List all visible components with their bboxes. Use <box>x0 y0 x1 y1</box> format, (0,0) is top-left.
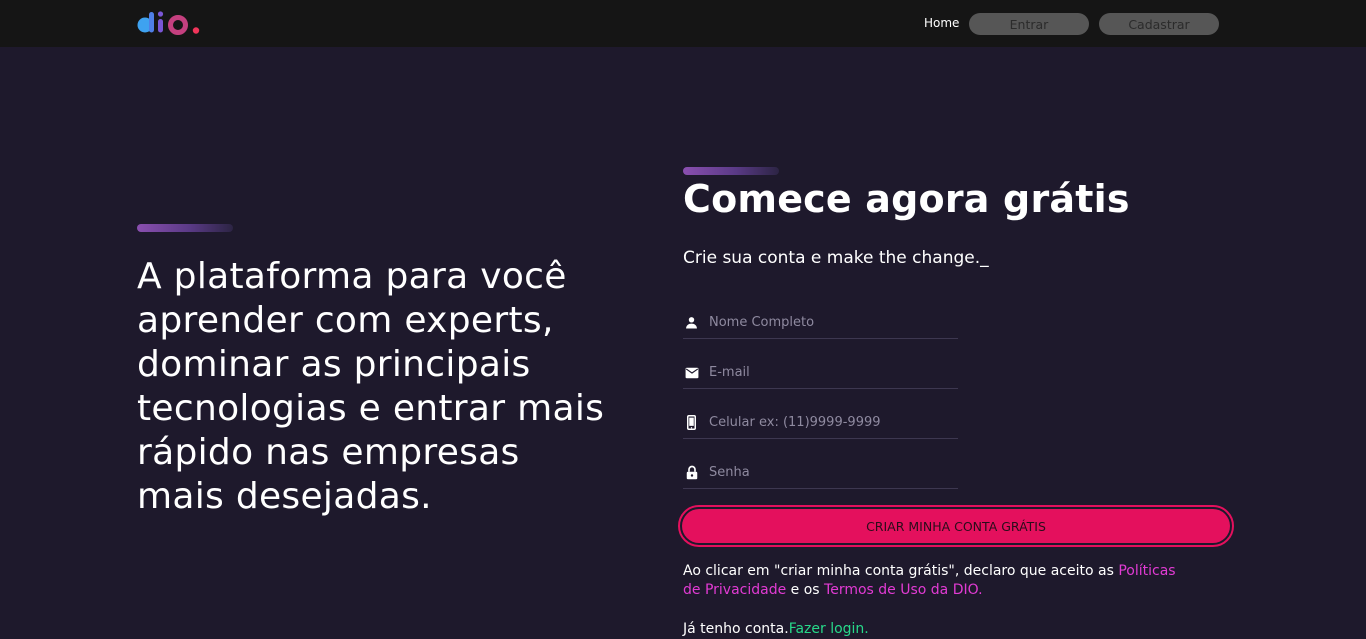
password-field <box>683 457 958 489</box>
terms-middle: e os <box>786 582 825 598</box>
phone-input[interactable] <box>709 415 949 430</box>
nav-home-link[interactable]: Home <box>924 16 959 30</box>
phone-field <box>683 407 958 439</box>
hero-accent-bar <box>137 224 233 232</box>
lock-icon <box>684 465 699 480</box>
phone-icon <box>684 415 699 430</box>
login-prompt: Já tenho conta.Fazer login. <box>683 620 869 639</box>
create-account-button-outline: CRIAR MINHA CONTA GRÁTIS <box>678 505 1234 547</box>
dio-logo-mark <box>137 11 200 35</box>
person-icon <box>684 315 699 330</box>
login-link[interactable]: Fazer login. <box>789 621 869 637</box>
create-account-button[interactable]: CRIAR MINHA CONTA GRÁTIS <box>682 509 1230 543</box>
form-title: Comece agora grátis <box>683 177 1130 221</box>
password-input[interactable] <box>709 465 949 480</box>
terms-of-use-link[interactable]: Termos de Uso da DIO. <box>824 582 982 598</box>
login-prefix: Já tenho conta. <box>683 621 789 637</box>
signup-button[interactable]: Cadastrar <box>1099 13 1219 35</box>
top-navbar: Home Entrar Cadastrar <box>0 0 1366 47</box>
terms-prefix: Ao clicar em "criar minha conta grátis",… <box>683 563 1119 579</box>
email-input[interactable] <box>709 365 949 380</box>
form-subtitle: Crie sua conta e make the change._ <box>683 248 989 268</box>
terms-text: Ao clicar em "criar minha conta grátis",… <box>683 562 1183 600</box>
signin-button[interactable]: Entrar <box>969 13 1089 35</box>
dio-logo[interactable] <box>137 10 201 38</box>
name-input[interactable] <box>709 315 949 330</box>
email-field <box>683 357 958 389</box>
name-field <box>683 307 958 339</box>
mail-icon <box>684 365 699 380</box>
hero-headline: A plataforma para você aprender com expe… <box>137 256 605 517</box>
form-accent-bar <box>683 167 779 175</box>
